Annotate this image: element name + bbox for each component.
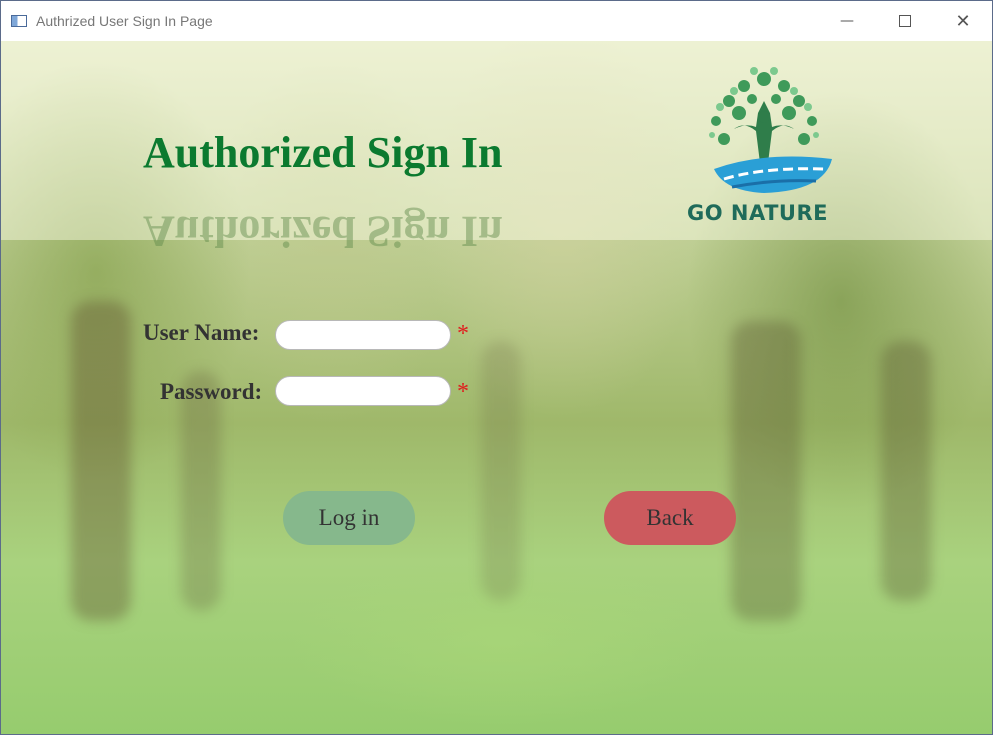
app-window: Authrized User Sign In Page — ✕ Authoriz… xyxy=(0,0,993,735)
window-controls: — ✕ xyxy=(818,1,992,41)
username-required-marker: * xyxy=(457,321,469,347)
password-label: Password: xyxy=(160,379,263,404)
password-required-marker: * xyxy=(457,379,469,405)
window-title: Authrized User Sign In Page xyxy=(36,13,213,29)
password-input[interactable] xyxy=(275,376,451,406)
logo-text: GO NATURE xyxy=(687,201,828,225)
username-label: User Name: xyxy=(143,320,260,345)
close-button[interactable]: ✕ xyxy=(934,1,992,41)
app-icon xyxy=(11,15,27,27)
back-button[interactable]: Back xyxy=(604,491,736,545)
login-button[interactable]: Log in xyxy=(283,491,415,545)
minimize-button[interactable]: — xyxy=(818,1,876,41)
maximize-icon xyxy=(899,15,911,27)
close-icon: ✕ xyxy=(955,10,971,32)
page-title-reflection: Authorized Sign In xyxy=(143,207,503,256)
username-input[interactable] xyxy=(275,320,451,350)
title-bar[interactable]: Authrized User Sign In Page — ✕ xyxy=(1,1,992,41)
page-title: Authorized Sign In xyxy=(143,128,503,177)
minimize-icon: — xyxy=(840,13,854,29)
maximize-button[interactable] xyxy=(876,1,934,41)
